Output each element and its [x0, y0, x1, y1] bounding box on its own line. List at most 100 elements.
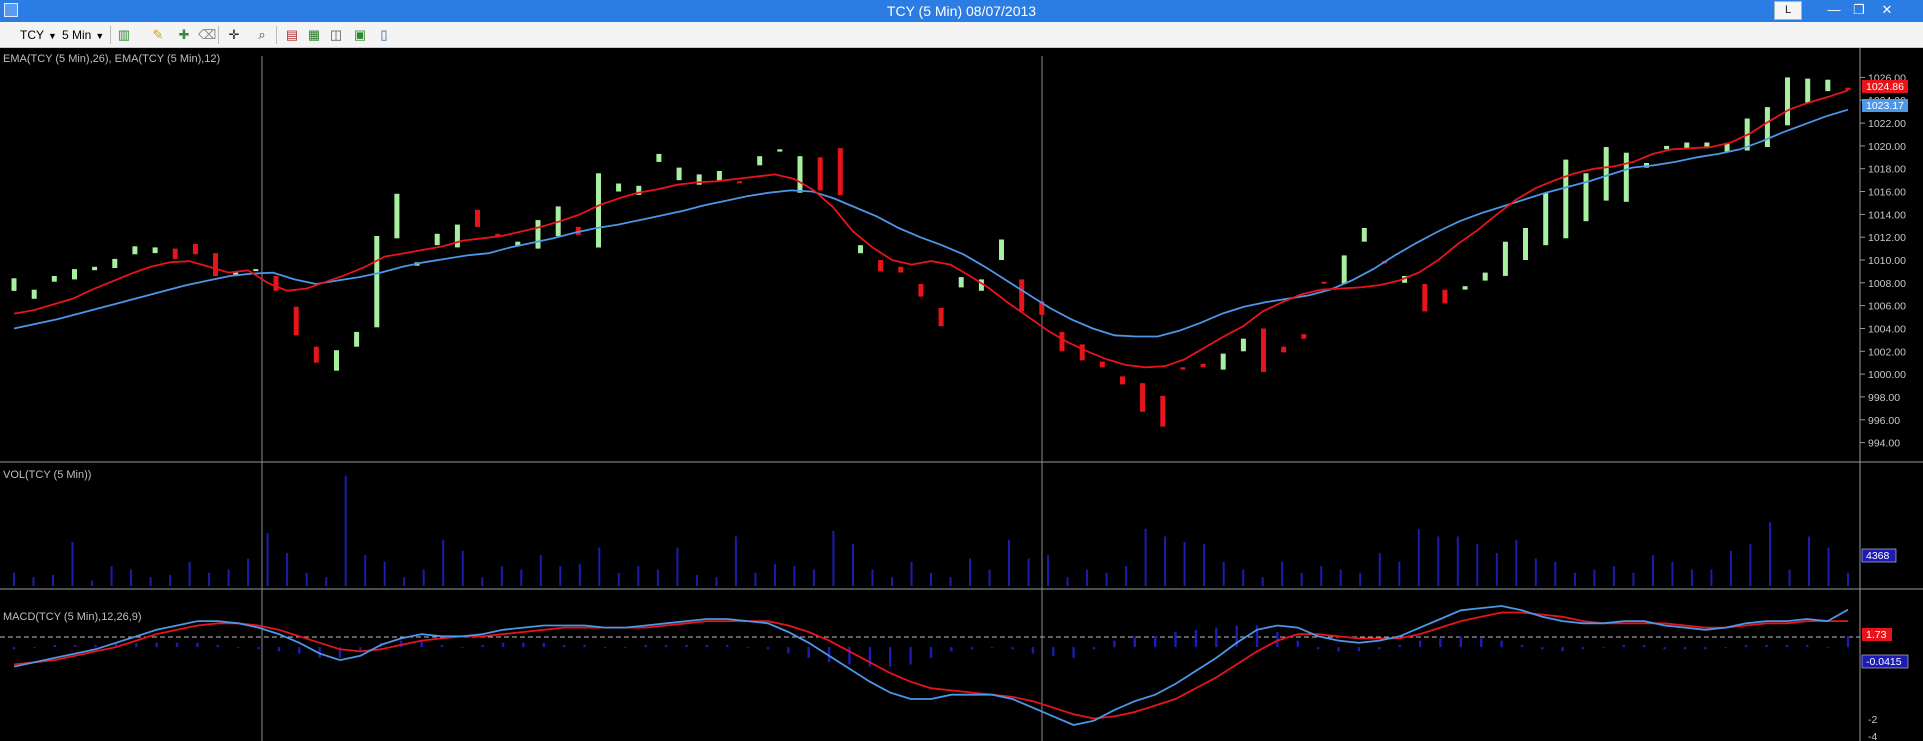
volume-bar: [988, 569, 991, 586]
volume-bar: [598, 547, 601, 586]
price-tick-label: 1004.00: [1868, 324, 1906, 336]
price-tick-label: 996.00: [1868, 415, 1900, 427]
histogram-bar: [848, 647, 851, 665]
histogram-bar: [1765, 644, 1768, 648]
volume-bar: [500, 566, 503, 586]
volume-bar: [13, 572, 15, 586]
candle: [676, 167, 682, 181]
macd-value-tag: -0.0415: [1861, 654, 1909, 669]
candle: [938, 307, 944, 327]
chart-area[interactable]: EMA(TCY (5 Min),26), EMA(TCY (5 Min),12)…: [0, 48, 1923, 741]
volume-bar: [130, 569, 133, 586]
link-button[interactable]: L: [1774, 1, 1802, 20]
crosshair-icon[interactable]: ✛: [226, 27, 242, 43]
volume-bar: [1632, 572, 1635, 586]
volume-bar: [1710, 569, 1713, 586]
volume-bar: [32, 577, 35, 586]
histogram-bar: [685, 644, 688, 648]
close-button[interactable]: ✕: [1872, 0, 1902, 22]
macd-tick-label: -2: [1868, 714, 1877, 726]
volume-bar: [1398, 561, 1401, 586]
candle: [777, 149, 783, 152]
restore-button[interactable]: ❐: [1846, 0, 1872, 22]
price-tick-label: 1000.00: [1868, 369, 1906, 381]
histogram-bar: [73, 644, 77, 648]
volume-bar: [715, 577, 718, 586]
volume-bar: [1144, 528, 1147, 586]
insert-indicator-icon[interactable]: ▤: [284, 27, 300, 43]
draw-pencil-icon[interactable]: ✎: [150, 27, 166, 43]
volume-bar: [52, 575, 54, 586]
volume-bar: [832, 531, 835, 586]
minimize-button[interactable]: —: [1822, 0, 1846, 22]
candle: [837, 148, 843, 195]
candle: [253, 269, 259, 272]
add-study-icon[interactable]: ✚: [176, 27, 192, 43]
candle: [72, 269, 77, 280]
chart-window-icon[interactable]: ◫: [328, 27, 344, 43]
candle: [434, 233, 440, 246]
macd-panel-label: MACD(TCY (5 Min),12,26,9): [3, 611, 142, 623]
price-tick-label: 1006.00: [1868, 301, 1906, 313]
volume-bar: [812, 569, 815, 586]
interval-dropdown[interactable]: 5 Min ▼: [62, 25, 104, 45]
export-icon[interactable]: ▣: [352, 27, 368, 43]
eraser-icon[interactable]: ⌫: [198, 27, 216, 43]
volume-bar: [910, 561, 913, 586]
histogram-bar: [1357, 647, 1361, 652]
volume-bar: [734, 536, 737, 586]
price-tick-label: 1012.00: [1868, 232, 1906, 244]
volume-bar: [1359, 572, 1362, 586]
volume-bar: [71, 542, 74, 586]
histogram-bar: [1683, 647, 1687, 650]
volume-bar: [949, 577, 952, 586]
candle: [596, 173, 601, 248]
volume-bar: [1573, 572, 1576, 586]
interval-label: 5 Min: [62, 28, 92, 42]
volume-bar: [227, 569, 230, 586]
volume-bar: [1554, 561, 1557, 586]
candle: [1664, 145, 1670, 150]
candle: [313, 346, 319, 363]
macd-tick-label: -4: [1868, 731, 1877, 741]
histogram-bar: [1459, 636, 1462, 648]
symbol-dropdown[interactable]: TCY ▼: [20, 25, 57, 45]
candle: [112, 258, 118, 268]
histogram-bar: [1581, 647, 1585, 650]
histogram-bar: [1663, 647, 1666, 650]
volume-bar: [1378, 553, 1381, 586]
volume-bar: [695, 575, 698, 586]
volume-bar: [1417, 528, 1420, 586]
histogram-bar: [664, 644, 668, 648]
histogram-bar: [1194, 629, 1198, 648]
histogram-bar: [155, 642, 158, 648]
histogram-bar: [501, 642, 505, 648]
volume-bar: [1222, 561, 1225, 586]
volume-bar: [149, 577, 152, 586]
candle: [475, 209, 480, 227]
histogram-bar: [298, 647, 301, 654]
candle: [1845, 87, 1851, 90]
layout-icon[interactable]: ▯: [376, 27, 392, 43]
candle: [958, 277, 964, 288]
volume-bar: [1729, 550, 1732, 586]
candle: [535, 220, 541, 249]
volume-bar: [1847, 572, 1849, 586]
strategy-icon[interactable]: ▦: [306, 27, 322, 43]
zoom-icon[interactable]: ⌕: [254, 27, 270, 43]
volume-bar: [1320, 566, 1323, 586]
histogram-bar: [53, 644, 56, 648]
price-panel-label: EMA(TCY (5 Min),26), EMA(TCY (5 Min),12): [3, 53, 220, 65]
bar-style-icon[interactable]: ▥: [116, 27, 132, 43]
histogram-bar: [1439, 638, 1442, 648]
candle: [1583, 173, 1589, 222]
histogram-bar: [461, 647, 464, 649]
volume-bar: [1281, 561, 1284, 586]
candle: [1603, 147, 1609, 201]
svg-text:1023.17: 1023.17: [1866, 100, 1904, 112]
candle: [1301, 334, 1307, 339]
price-tick-label: 998.00: [1868, 392, 1900, 404]
price-tick-label: 1010.00: [1868, 255, 1906, 267]
candle: [1200, 363, 1206, 368]
histogram-bar: [1378, 647, 1381, 650]
